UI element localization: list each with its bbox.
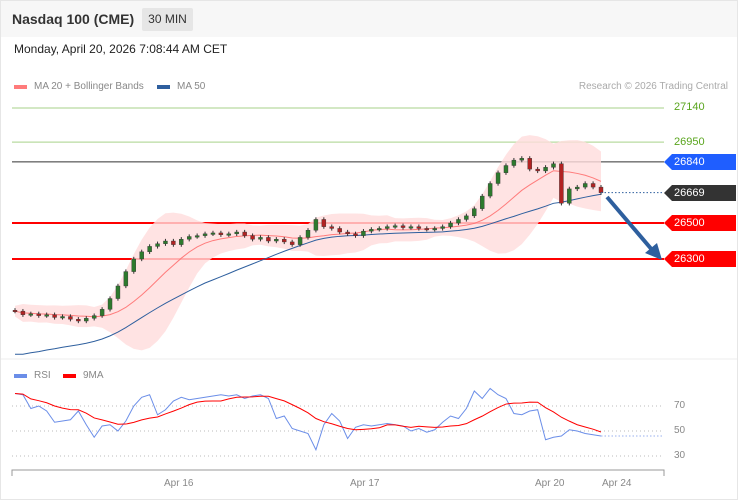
- level-r1: 26950: [674, 136, 705, 148]
- candle-body: [266, 237, 271, 242]
- candle-body: [400, 225, 406, 228]
- candle-body: [464, 215, 469, 220]
- x-tick-apr17: Apr 17: [350, 478, 380, 489]
- rsi-tick-50: 50: [674, 425, 686, 436]
- candle-body: [559, 163, 564, 204]
- rsi-swatch: [14, 373, 27, 378]
- candle-body: [194, 235, 200, 238]
- legend-9ma: 9MA: [63, 370, 104, 381]
- candle-body: [535, 168, 540, 172]
- candle-body: [12, 310, 18, 312]
- candle-body: [68, 316, 73, 320]
- candle-body: [187, 236, 192, 240]
- last-price-tag: 26669: [664, 185, 736, 201]
- candle-body: [282, 239, 287, 243]
- candle-body: [472, 208, 477, 217]
- rsi-tick-70: 70: [674, 400, 686, 411]
- candle-body: [202, 233, 208, 236]
- candle-body: [384, 226, 390, 229]
- level-pivot-tag: 26840: [664, 154, 736, 170]
- candle-body: [163, 240, 168, 244]
- candle-body: [329, 226, 334, 229]
- x-tick-apr20: Apr 20: [535, 478, 565, 489]
- candle-body: [456, 219, 461, 224]
- candle-body: [76, 319, 81, 322]
- x-tick-apr24: Apr 24: [602, 478, 632, 489]
- level-r2: 27140: [674, 101, 705, 113]
- legend-rsi: RSI: [14, 370, 51, 381]
- candle-body: [226, 233, 232, 236]
- candle-body: [567, 188, 572, 204]
- candle-body: [598, 186, 604, 193]
- candle-body: [424, 228, 429, 231]
- candle-body: [131, 258, 136, 272]
- x-tick-apr16: Apr 16: [164, 478, 194, 489]
- candle-body: [503, 165, 509, 173]
- candle-body: [551, 163, 556, 168]
- candle-body: [448, 222, 453, 227]
- candle-body: [480, 195, 485, 209]
- candle-body: [345, 231, 350, 235]
- candle-body: [234, 231, 239, 235]
- candle-body: [590, 183, 596, 188]
- candle-body: [210, 232, 216, 235]
- candle-body: [20, 310, 26, 315]
- candle-body: [99, 309, 105, 316]
- candle-body: [511, 159, 517, 166]
- candle-body: [155, 243, 160, 247]
- legend-rsi-label: RSI: [34, 370, 51, 381]
- x-axis: [11, 469, 665, 476]
- candle-body: [60, 316, 65, 319]
- rsi-line: [14, 387, 602, 452]
- candle-body: [416, 226, 422, 229]
- candle-body: [171, 240, 176, 245]
- candle-body: [361, 230, 366, 236]
- candle-body: [218, 232, 224, 235]
- candle-body: [179, 239, 184, 245]
- candle-body: [305, 230, 311, 238]
- candle-body: [377, 228, 382, 231]
- candle-body: [258, 237, 263, 240]
- candle-body: [543, 167, 548, 172]
- candle-body: [353, 233, 358, 236]
- level-s1-tag: 26500: [664, 215, 736, 231]
- rsi-tick-30: 30: [674, 450, 686, 461]
- ma9-swatch: [63, 373, 76, 378]
- level-s2-tag: 26300: [664, 251, 736, 267]
- legend-9ma-label: 9MA: [83, 370, 104, 381]
- candle-body: [84, 318, 89, 322]
- candle-body: [440, 226, 445, 229]
- candle-body: [392, 225, 398, 228]
- candle-body: [274, 239, 279, 242]
- candle-body: [123, 271, 129, 287]
- candle-body: [139, 251, 144, 260]
- candle-body: [527, 158, 532, 170]
- candle-body: [519, 158, 525, 161]
- candle-body: [432, 228, 437, 231]
- candle-body: [408, 226, 414, 229]
- candle-body: [369, 229, 374, 232]
- candle-body: [52, 314, 57, 318]
- candle-body: [107, 298, 113, 310]
- candle-body: [575, 186, 580, 190]
- candle-body: [297, 237, 303, 245]
- candle-body: [115, 285, 121, 299]
- candle-body: [250, 235, 255, 240]
- candle-body: [44, 314, 49, 317]
- candle-body: [582, 183, 588, 188]
- candle-body: [36, 313, 41, 316]
- candle-body: [337, 228, 342, 233]
- candle-body: [242, 231, 247, 236]
- candle-body: [91, 315, 97, 319]
- candle-body: [495, 172, 501, 184]
- price-chart: [1, 107, 737, 476]
- candle-body: [487, 183, 493, 197]
- candle-body: [313, 219, 319, 231]
- candle-body: [147, 246, 152, 253]
- candle-body: [289, 241, 295, 245]
- candle-body: [321, 219, 327, 227]
- candle-body: [28, 313, 34, 316]
- chart-widget: Nasdaq 100 (CME) 30 MIN Monday, April 20…: [0, 0, 738, 500]
